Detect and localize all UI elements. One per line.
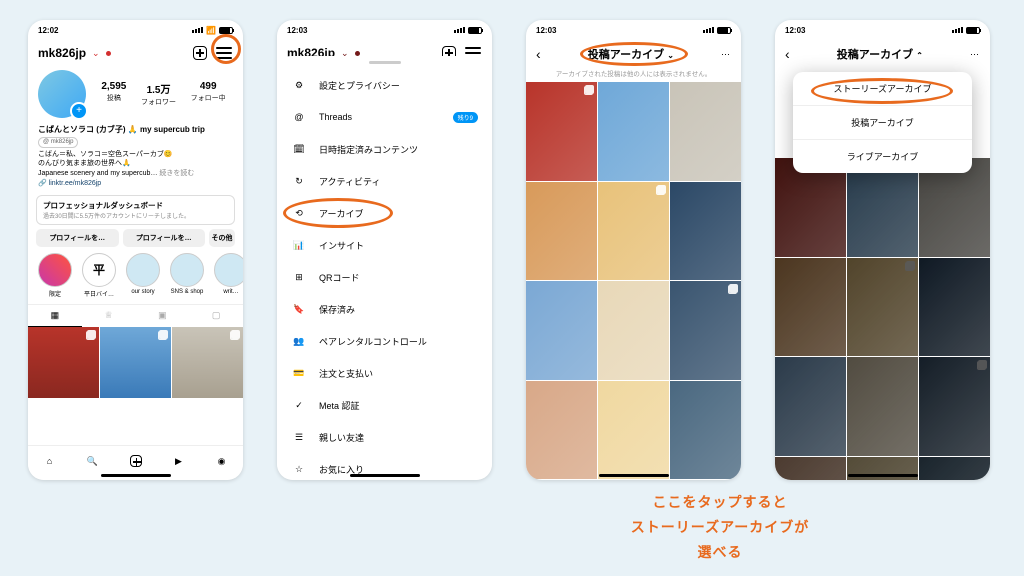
back-icon[interactable]: ‹ — [536, 46, 541, 62]
bio-link[interactable]: 🔗 linktr.ee/mk826jp — [38, 180, 101, 187]
star-icon: ☆ — [291, 461, 307, 477]
menu-meta[interactable]: ✓Meta 認証 — [277, 389, 492, 421]
gear-icon: ⚙ — [291, 77, 307, 93]
search-icon: 🔍 — [84, 452, 102, 470]
annotation-caption: ここをタップすると ストーリーズアーカイブが 選べる — [520, 490, 920, 566]
archive-icon: ⟲ — [291, 205, 307, 221]
menu-threads[interactable]: @Threads残り9 — [277, 101, 492, 133]
avatar[interactable] — [38, 70, 86, 118]
activity-icon: ↻ — [291, 173, 307, 189]
menu-sheet: ⚙設定とプライバシー @Threads残り9 🗓日時指定済みコンテンツ ↻アクテ… — [277, 56, 492, 480]
menu-activity[interactable]: ↻アクティビティ — [277, 165, 492, 197]
verified-icon: ✓ — [291, 397, 307, 413]
bookmark-icon: 🔖 — [291, 301, 307, 317]
profile-header: mk826jp ⌄ — [28, 40, 243, 66]
pro-dashboard[interactable]: プロフェッショナルダッシュボード 過去30日間に5.5万件のアカウントにリーチし… — [36, 195, 235, 225]
screen-profile: 12:02 📶 mk826jp ⌄ 2,595投稿 1.5万フォロワー 499フ… — [28, 20, 243, 480]
menu-insights[interactable]: 📊インサイト — [277, 229, 492, 261]
list-icon: ☰ — [291, 429, 307, 445]
screen-archive: 12:03 ‹ 投稿アーカイブ ⌄ ⋯ アーカイブされた投稿は他の人には表示され… — [526, 20, 741, 480]
menu-parental[interactable]: 👥ペアレンタルコントロール — [277, 325, 492, 357]
card-icon: 💳 — [291, 365, 307, 381]
archive-thumb[interactable] — [919, 258, 990, 357]
archive-thumb[interactable] — [670, 281, 741, 380]
username[interactable]: mk826jp — [38, 46, 86, 60]
profile-icon: ◉ — [213, 452, 231, 470]
archive-thumb[interactable] — [598, 281, 669, 380]
archive-title[interactable]: 投稿アーカイブ ⌃ — [796, 46, 964, 62]
archive-thumb[interactable] — [598, 381, 669, 480]
clock: 12:02 — [38, 26, 58, 35]
archive-grid-dim — [775, 158, 990, 480]
more-icon[interactable]: ⋯ — [721, 49, 731, 60]
archive-thumb[interactable] — [775, 357, 846, 456]
menu-saved[interactable]: 🔖保存済み — [277, 293, 492, 325]
dropdown-posts[interactable]: 投稿アーカイブ — [793, 106, 972, 140]
dropdown-stories[interactable]: ストーリーズアーカイブ — [793, 72, 972, 106]
dropdown-live[interactable]: ライブアーカイブ — [793, 140, 972, 173]
threads-icon: @ — [291, 109, 307, 125]
edit-profile-button[interactable]: プロフィールを… — [36, 229, 119, 247]
create-icon — [127, 452, 145, 470]
notification-dot — [106, 51, 111, 56]
archive-thumb[interactable] — [847, 357, 918, 456]
archive-thumb[interactable] — [526, 381, 597, 480]
chevron-down-icon[interactable]: ⌄ — [92, 48, 100, 59]
grid-tab-icon: ▦ — [28, 305, 82, 327]
menu-scheduled[interactable]: 🗓日時指定済みコンテンツ — [277, 133, 492, 165]
qr-icon: ⊞ — [291, 269, 307, 285]
posts-grid[interactable] — [28, 327, 243, 398]
menu-close-friends[interactable]: ☰親しい友達 — [277, 421, 492, 453]
create-button[interactable] — [191, 44, 209, 62]
archive-thumb[interactable] — [775, 457, 846, 480]
more-icon[interactable]: ⋯ — [970, 49, 980, 60]
archive-thumb[interactable] — [670, 82, 741, 181]
family-icon: 👥 — [291, 333, 307, 349]
archive-thumb[interactable] — [919, 457, 990, 480]
share-profile-button[interactable]: プロフィールを… — [123, 229, 206, 247]
reels-tab-icon: ♕ — [82, 305, 136, 327]
menu-archive[interactable]: ⟲アーカイブ — [277, 197, 492, 229]
archive-grid[interactable] — [526, 82, 741, 480]
calendar-icon: 🗓 — [291, 141, 307, 157]
screen-archive-dropdown: 12:03 ‹ 投稿アーカイブ ⌃ ⋯ ストーリーズアーカイブ 投稿アーカイブ … — [775, 20, 990, 480]
archive-thumb[interactable] — [847, 258, 918, 357]
guides-tab-icon: ▣ — [136, 305, 190, 327]
archive-thumb[interactable] — [598, 182, 669, 281]
home-icon: ⌂ — [41, 452, 59, 470]
archive-thumb[interactable] — [670, 381, 741, 480]
archive-subtitle: アーカイブされた投稿は他の人には表示されません。 — [526, 68, 741, 82]
chevron-down-icon: ⌄ — [667, 51, 674, 60]
back-icon[interactable]: ‹ — [785, 46, 790, 62]
highlights-row[interactable]: 限定 平平日バイ… our story SNS & shop writ… — [28, 247, 243, 304]
chevron-up-icon: ⌃ — [916, 51, 923, 60]
archive-title[interactable]: 投稿アーカイブ ⌄ — [547, 46, 715, 62]
archive-thumb[interactable] — [598, 82, 669, 181]
archive-thumb[interactable] — [775, 258, 846, 357]
bio: こばんとソラコ (カブ子) 🙏 my supercub trip @ mk826… — [28, 122, 243, 191]
archive-dropdown: ストーリーズアーカイブ 投稿アーカイブ ライブアーカイブ — [793, 72, 972, 173]
reels-icon: ▶ — [170, 452, 188, 470]
archive-thumb[interactable] — [919, 357, 990, 456]
tagged-tab-icon: ▢ — [189, 305, 243, 327]
profile-tabs[interactable]: ▦ ♕ ▣ ▢ — [28, 304, 243, 327]
archive-thumb[interactable] — [526, 182, 597, 281]
screen-menu: 12:03 mk826jp⌄ ⚙設定とプライバシー @Threads残り9 🗓日… — [277, 20, 492, 480]
insights-icon: 📊 — [291, 237, 307, 253]
stats[interactable]: 2,595投稿 1.5万フォロワー 499フォロー中 — [94, 81, 233, 107]
archive-thumb[interactable] — [670, 182, 741, 281]
statusbar: 12:02 📶 — [28, 20, 243, 40]
menu-settings[interactable]: ⚙設定とプライバシー — [277, 69, 492, 101]
more-button[interactable]: その他 — [209, 229, 235, 247]
menu-qr[interactable]: ⊞QRコード — [277, 261, 492, 293]
archive-thumb[interactable] — [526, 281, 597, 380]
menu-orders[interactable]: 💳注文と支払い — [277, 357, 492, 389]
menu-button[interactable] — [215, 44, 233, 62]
archive-thumb[interactable] — [526, 82, 597, 181]
